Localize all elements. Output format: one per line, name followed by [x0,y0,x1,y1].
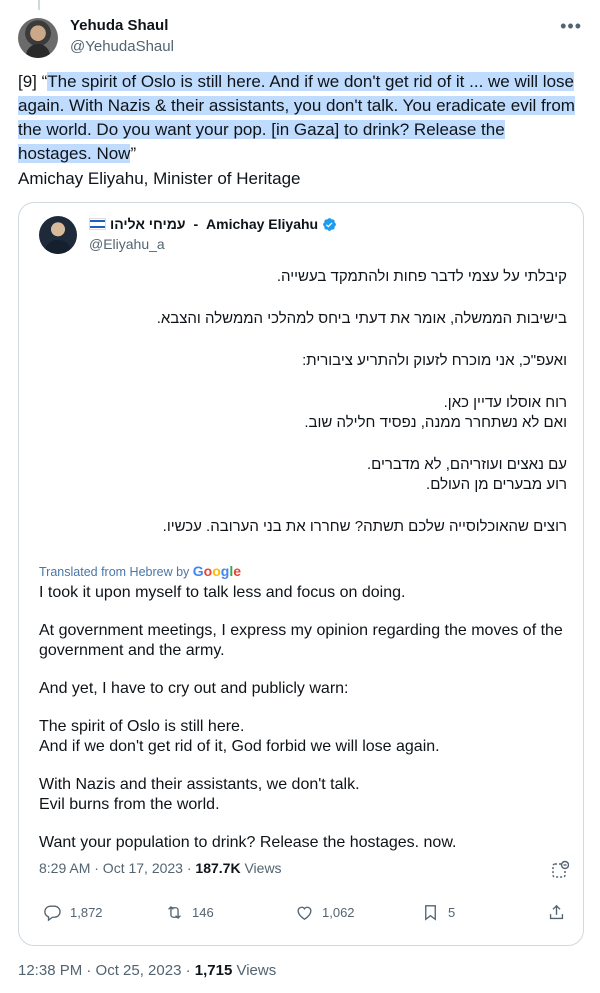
share-button[interactable] [547,903,566,922]
translation-line-4: The spirit of Oslo is still here. [39,718,245,735]
quoted-timestamp[interactable]: 8:29 AM · Oct 17, 2023 · 187.7K Views [39,860,282,876]
translation-line-7: Evil burns from the world. [39,796,220,813]
tweet-prefix: [9] “ [18,72,48,91]
author-handle[interactable]: @YehudaShaul [70,38,174,55]
footer-views-count: 1,715 [194,962,233,979]
quoted-author-name[interactable]: עמיחי אליהו - Amichay Eliyahu [89,216,337,232]
repost-count: 146 [192,905,214,920]
hebrew-line-6: עם נאצים ועוזריהם, לא מדברים. [366,456,567,473]
footer-time: 12:38 PM · Oct 25, 2023 · [18,962,195,979]
quoted-handle[interactable]: @Eliyahu_a [89,236,165,252]
hebrew-line-5: ואם לא נשתחרר ממנה, נפסיד חלילה שוב. [304,414,567,431]
tweet-timestamp[interactable]: 12:38 PM · Oct 25, 2023 · 1,715 Views [18,962,276,979]
more-icon[interactable]: ••• [560,16,582,37]
translation-line-6: With Nazis and their assistants, we don'… [39,776,360,793]
bookmark-button[interactable]: 5 [421,903,455,922]
translation-line-8: Want your population to drink? Release t… [39,834,457,851]
flag-icon [89,218,106,230]
reply-count: 1,872 [70,905,103,920]
translation-line-2: At government meetings, I express my opi… [39,622,563,659]
quoted-avatar[interactable] [39,216,77,254]
hebrew-line-4: רוח אוסלו עדיין כאן. [443,394,567,411]
thread-line [38,0,40,10]
tweet-header: Yehuda Shaul @YehudaShaul ••• [18,16,588,60]
reply-button[interactable]: 1,872 [43,903,103,922]
like-button[interactable]: 1,062 [295,903,355,922]
author-name[interactable]: Yehuda Shaul [70,17,168,34]
footer-views-label: Views [232,962,277,979]
reply-icon [44,905,61,922]
quoted-time: 8:29 AM · Oct 17, 2023 · [39,860,196,876]
quoted-name-english: Amichay Eliyahu [206,216,319,232]
quoted-views-label: Views [240,860,282,876]
grok-icon[interactable] [551,860,569,880]
author-avatar[interactable] [18,18,58,58]
hebrew-line-8: רוצים שהאוכלוסייה שלכם תשתה? שחררו את בנ… [162,518,567,535]
translated-from-text: Translated from Hebrew by [39,565,190,579]
bookmark-count: 5 [448,905,456,920]
hebrew-line-3: ואעפ"כ, אני מוכרח לזעוק ולהתריע ציבורית: [302,352,567,369]
translation-line-5: And if we don't get rid of it, God forbi… [39,738,440,755]
quoted-name-separator: - [189,216,203,232]
quoted-name-hebrew: עמיחי אליהו [110,216,186,232]
like-icon [297,906,312,921]
google-logo: Google [192,563,242,579]
tweet-highlighted-quote: The spirit of Oslo is still here. And if… [18,72,575,163]
share-icon [549,904,564,920]
translated-label[interactable]: Translated from Hebrew by Google [39,563,241,579]
repost-button[interactable]: 146 [165,903,214,922]
translation-text: I took it upon myself to talk less and f… [39,583,569,871]
hebrew-line-7: רוע מבערים מן העולם. [426,476,567,493]
tweet-text: [9] “The spirit of Oslo is still here. A… [18,70,578,166]
like-count: 1,062 [322,905,355,920]
quoted-views-count: 187.7K [195,860,241,876]
tweet-attribution: Amichay Eliyahu, Minister of Heritage [18,169,301,188]
hebrew-line-2: בישיבות הממשלה, אומר את דעתי ביחס למהלכי… [156,310,567,327]
tweet-suffix: ” [130,144,137,163]
quoted-hebrew-text: קיבלתי על עצמי לדבר פחות ולהתמקד בעשייה.… [37,267,567,559]
action-bar: 1,872 146 1,062 5 [19,903,585,933]
verified-icon [323,217,336,231]
translation-line-3: And yet, I have to cry out and publicly … [39,680,349,697]
bookmark-icon [425,905,436,921]
hebrew-line-1: קיבלתי על עצמי לדבר פחות ולהתמקד בעשייה. [276,268,567,285]
repost-icon [168,906,181,919]
quoted-tweet-card[interactable]: עמיחי אליהו - Amichay Eliyahu @Eliyahu_a… [18,202,584,946]
translation-line-1: I took it upon myself to talk less and f… [39,584,406,601]
